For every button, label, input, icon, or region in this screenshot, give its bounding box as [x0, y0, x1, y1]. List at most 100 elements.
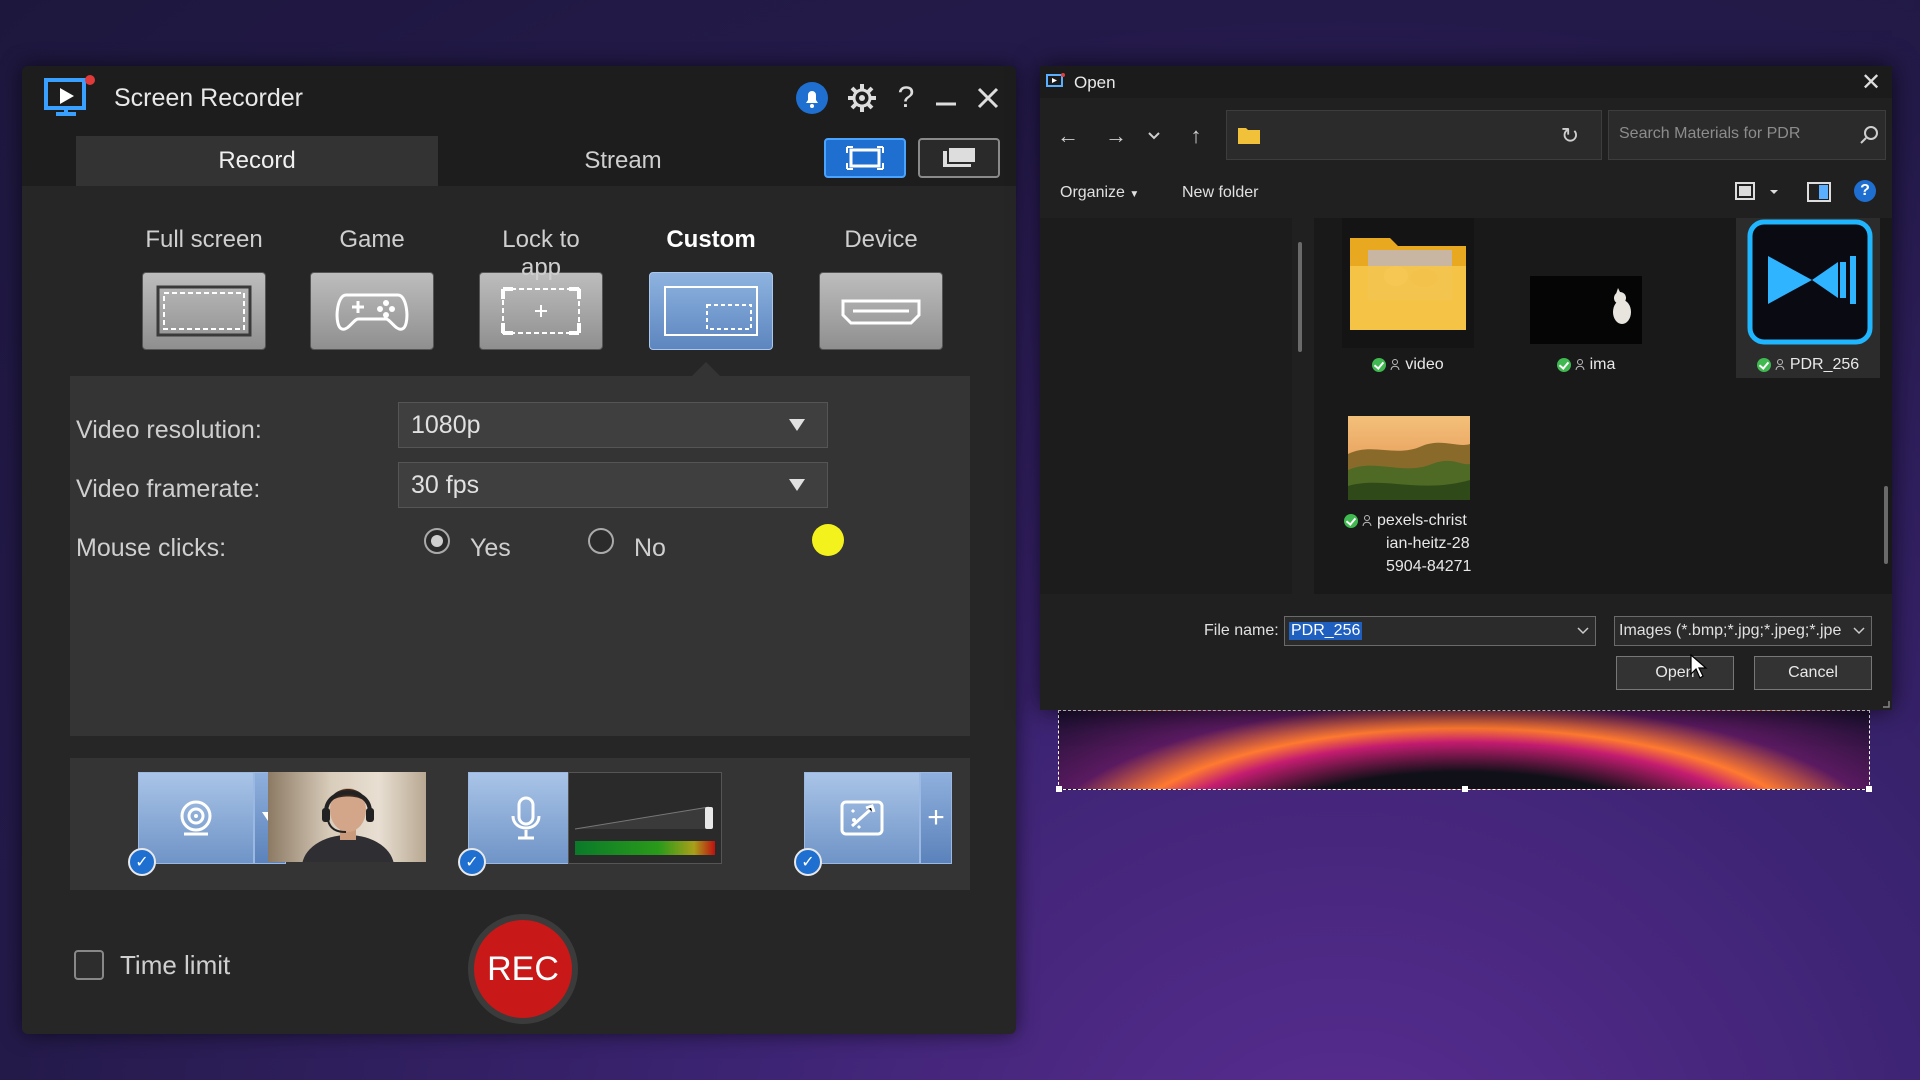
- up-arrow-icon[interactable]: ↑: [1182, 122, 1210, 150]
- video-resolution-label: Video resolution:: [76, 416, 262, 444]
- file-name: ima: [1516, 353, 1656, 376]
- help-icon[interactable]: ?: [1854, 180, 1876, 202]
- tab-stream[interactable]: Stream: [442, 136, 804, 186]
- open-button[interactable]: Open: [1616, 656, 1734, 690]
- webcam-enabled-check[interactable]: ✓: [128, 848, 156, 876]
- sync-status-icon: [1756, 357, 1771, 372]
- add-effect-button[interactable]: +: [920, 772, 952, 864]
- change-view-icon[interactable]: [1734, 180, 1782, 204]
- tab-record[interactable]: Record: [76, 136, 438, 186]
- file-label: PDR_256: [1789, 356, 1860, 373]
- full-screen-icon: [156, 285, 252, 337]
- refresh-icon[interactable]: ↻: [1556, 122, 1584, 150]
- open-file-dialog: Open ✕ ← → ↑ ↻ Search Materials for PDR …: [1040, 66, 1892, 710]
- mode-full-screen[interactable]: Full screen: [142, 226, 266, 350]
- shared-user-icon: [1362, 514, 1372, 526]
- shared-user-icon: [1575, 358, 1585, 370]
- webcam-button[interactable]: [138, 772, 254, 864]
- screen-recorder-window: Screen Recorder ? Record Stream Full scr…: [22, 66, 1016, 1034]
- mouse-clicks-no-radio[interactable]: [588, 528, 614, 554]
- mode-label: Custom: [666, 226, 756, 253]
- mode-label: Lock to app: [502, 226, 580, 281]
- window-view-button[interactable]: [918, 138, 1000, 178]
- full-view-button[interactable]: [824, 138, 906, 178]
- video-framerate-label: Video framerate:: [76, 475, 261, 503]
- mode-label: Full screen: [145, 226, 263, 253]
- mouse-clicks-yes-radio[interactable]: [424, 528, 450, 554]
- close-icon[interactable]: ✕: [1856, 68, 1886, 96]
- mode-device[interactable]: Device: [819, 226, 943, 350]
- click-highlight-color-swatch[interactable]: [812, 524, 844, 556]
- navigation-scrollbar[interactable]: [1298, 242, 1302, 352]
- full-screen-mode-button[interactable]: [142, 272, 266, 350]
- lock-to-app-mode-button[interactable]: [479, 272, 603, 350]
- effects-button[interactable]: [804, 772, 920, 864]
- file-item-ima[interactable]: ima: [1516, 218, 1656, 378]
- region-handle-bottom-center[interactable]: [1462, 786, 1468, 792]
- fullscreen-view-icon: [846, 146, 884, 170]
- search-icon[interactable]: [1858, 124, 1880, 146]
- settings-gear-icon[interactable]: [842, 78, 882, 118]
- capture-region-preview[interactable]: [1056, 710, 1872, 792]
- resize-grip-icon[interactable]: [1880, 698, 1890, 708]
- mouse-cursor-icon: [1690, 654, 1708, 679]
- screen-recorder-logo-icon: [44, 75, 95, 116]
- dialog-titlebar: Open ✕: [1040, 66, 1892, 98]
- recorder-title: Screen Recorder: [114, 84, 303, 112]
- navigation-pane[interactable]: [1040, 218, 1292, 594]
- mouse-clicks-yes-label: Yes: [470, 534, 511, 562]
- files-scrollbar[interactable]: [1884, 486, 1888, 564]
- microphone-enabled-check[interactable]: ✓: [458, 848, 486, 876]
- record-button[interactable]: REC: [468, 914, 578, 1024]
- file-label-line: 5904-84271: [1386, 558, 1472, 575]
- lock-to-app-icon: [501, 287, 581, 335]
- mode-lock-to-app[interactable]: Lock to app: [479, 226, 603, 350]
- video-framerate-select[interactable]: 30 fps: [398, 462, 828, 508]
- region-handle-bottom-right[interactable]: [1866, 786, 1872, 792]
- notification-bell-icon[interactable]: [792, 78, 832, 118]
- mode-game[interactable]: Game: [310, 226, 434, 350]
- cancel-button[interactable]: Cancel: [1754, 656, 1872, 690]
- file-item-pdr-256[interactable]: PDR_256: [1736, 218, 1880, 378]
- game-mode-button[interactable]: [310, 272, 434, 350]
- sync-status-icon: [1344, 513, 1358, 528]
- file-name-label: File name:: [1204, 622, 1279, 639]
- recent-locations-chevron-icon[interactable]: [1140, 122, 1168, 150]
- video-resolution-select[interactable]: 1080p: [398, 402, 828, 448]
- organize-menu[interactable]: Organize ▼: [1060, 184, 1139, 202]
- effects-enabled-check[interactable]: ✓: [794, 848, 822, 876]
- close-icon[interactable]: [968, 78, 1008, 118]
- file-item-video[interactable]: video: [1338, 218, 1478, 378]
- dialog-title: Open: [1074, 73, 1116, 92]
- volume-level-graphic: [574, 806, 715, 855]
- time-limit-checkbox[interactable]: [74, 950, 104, 980]
- microphone-volume-meter[interactable]: [568, 772, 722, 864]
- chevron-down-icon[interactable]: [1577, 626, 1589, 636]
- minimize-icon[interactable]: [926, 78, 966, 118]
- forward-arrow-icon[interactable]: →: [1102, 122, 1130, 150]
- dropdown-arrow-icon: [789, 479, 805, 491]
- custom-mode-button[interactable]: [649, 272, 773, 350]
- microphone-button[interactable]: [468, 772, 584, 864]
- mode-label: Game: [339, 226, 405, 253]
- file-type-select[interactable]: Images (*.bmp;*.jpg;*.jpeg;*.jpe: [1614, 616, 1872, 646]
- file-type-value: Images (*.bmp;*.jpg;*.jpeg;*.jpe: [1619, 622, 1842, 639]
- help-icon[interactable]: ?: [886, 78, 926, 118]
- recorder-titlebar: Screen Recorder ?: [22, 66, 1016, 128]
- gamepad-icon: [335, 293, 409, 331]
- volume-slider-handle[interactable]: [705, 807, 713, 829]
- device-mode-button[interactable]: [819, 272, 943, 350]
- file-name-input[interactable]: PDR_256: [1284, 616, 1596, 646]
- search-input[interactable]: Search Materials for PDR: [1608, 110, 1886, 160]
- files-pane: video ima PDR_256 pexels-christ ian-heit…: [1314, 218, 1892, 594]
- region-handle-bottom-left[interactable]: [1056, 786, 1062, 792]
- mode-custom[interactable]: Custom: [649, 226, 773, 350]
- new-folder-button[interactable]: New folder: [1182, 184, 1258, 202]
- preview-pane-icon[interactable]: [1806, 180, 1832, 204]
- plus-icon: +: [927, 801, 945, 834]
- file-item-pexels[interactable]: pexels-christ ian-heitz-28 5904-84271: [1338, 414, 1478, 590]
- file-label: ima: [1589, 356, 1616, 373]
- back-arrow-icon[interactable]: ←: [1054, 122, 1082, 150]
- video-framerate-value: 30 fps: [411, 470, 480, 499]
- address-bar[interactable]: [1226, 110, 1602, 160]
